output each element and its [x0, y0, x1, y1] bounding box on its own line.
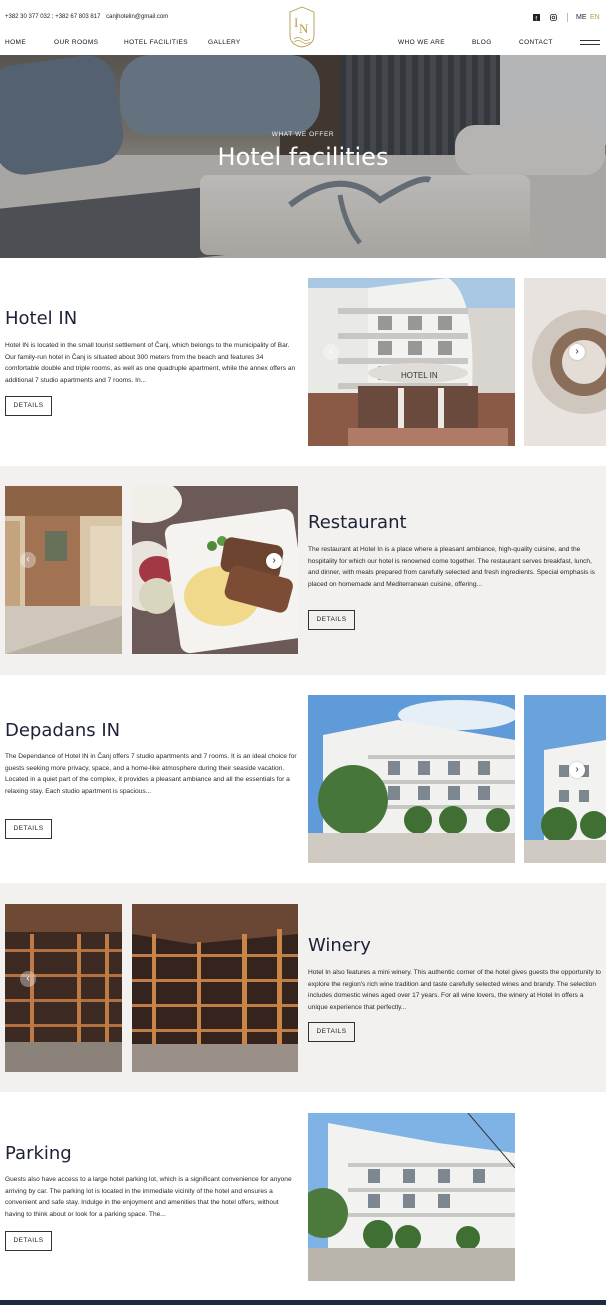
section-description: Hotel IN is located in the small tourist… [5, 342, 296, 384]
section-title: Parking [5, 1143, 72, 1164]
section-description: Guests also have access to a large hotel… [5, 1176, 292, 1218]
chevron-right-icon[interactable]: › [569, 344, 585, 360]
phone-numbers[interactable]: +382 30 377 032 ; +382 67 803 817 [5, 14, 100, 20]
lang-me[interactable]: ME [576, 14, 587, 21]
section-title: Restaurant [308, 512, 407, 533]
lang-en-label: EN [590, 14, 600, 21]
section-description: The Dependance of Hotel IN in Čanj offer… [5, 753, 297, 795]
details-button[interactable]: DETAILS [5, 819, 52, 839]
nav-our-rooms[interactable]: OUR ROOMS [54, 39, 98, 46]
parking-photo[interactable] [308, 1113, 515, 1281]
lobby-image [5, 486, 122, 654]
nav-contact[interactable]: CONTACT [519, 39, 553, 46]
section-restaurant: ‹ › Restaurant The restaurant at Hotel I… [0, 466, 606, 675]
depadans-photo-2[interactable]: › [524, 695, 606, 863]
footer-strip [0, 1300, 606, 1305]
section-parking: Parking Guests also have access to a lar… [0, 1092, 606, 1300]
hotel-sign-text: HOTEL IN [401, 371, 438, 380]
dish-photo[interactable]: › [132, 486, 298, 654]
hotel-building-image: HOTEL IN [308, 278, 515, 446]
winery-photo[interactable]: ‹ [5, 904, 122, 1072]
winery-image [5, 904, 122, 1072]
section-hotel-in: Hotel IN Hotel IN is located in the smal… [0, 258, 606, 466]
instagram-icon[interactable] [550, 14, 557, 23]
lobby-photo[interactable]: ‹ [5, 486, 122, 654]
nav-blog[interactable]: BLOG [472, 39, 492, 46]
section-title: Hotel IN [5, 308, 78, 329]
chevron-right-icon[interactable]: › [569, 762, 585, 778]
hero-kicker: WHAT WE OFFER [271, 131, 335, 138]
parking-image [308, 1113, 515, 1281]
section-title: Depadans IN [5, 720, 121, 741]
nav-who-we-are[interactable]: WHO WE ARE [398, 39, 445, 46]
details-button[interactable]: DETAILS [5, 1231, 52, 1251]
menu-icon[interactable] [580, 40, 600, 46]
chevron-left-icon[interactable]: ‹ [323, 344, 339, 360]
chevron-right-icon[interactable]: › [266, 553, 282, 569]
nav-gallery[interactable]: GALLERY [208, 39, 241, 46]
contact-info: +382 30 377 032 ; +382 67 803 817 canjho… [5, 14, 172, 20]
staircase-image [524, 278, 606, 446]
svg-text:N: N [299, 21, 309, 36]
winery-image-2 [132, 904, 298, 1072]
lang-en[interactable]: EN [590, 14, 600, 21]
details-button[interactable]: DETAILS [308, 1022, 355, 1042]
header-divider [567, 13, 568, 22]
hotel-photo[interactable]: HOTEL IN ‹ [308, 278, 515, 446]
winery-photo-2[interactable] [132, 904, 298, 1072]
email-link[interactable]: canjhotelin@gmail.com [106, 14, 168, 20]
site-header: +382 30 377 032 ; +382 67 803 817 canjho… [0, 0, 606, 55]
hero-banner: WHAT WE OFFER Hotel facilities [0, 55, 606, 258]
page-title: Hotel facilities [217, 143, 389, 171]
details-button[interactable]: DETAILS [5, 396, 52, 416]
staircase-photo[interactable]: › [524, 278, 606, 446]
section-title: Winery [308, 935, 371, 956]
details-button[interactable]: DETAILS [308, 610, 355, 630]
hotel-logo[interactable]: I N [288, 5, 316, 49]
nav-home[interactable]: HOME [5, 39, 26, 46]
nav-hotel-facilities[interactable]: HOTEL FACILITIES [124, 39, 188, 46]
section-description: Hotel In also features a mini winery. Th… [308, 969, 601, 1011]
svg-text:I: I [294, 15, 298, 30]
chevron-left-icon[interactable]: ‹ [20, 552, 36, 568]
section-description: The restaurant at Hotel In is a place wh… [308, 546, 595, 588]
depadans-image [308, 695, 515, 863]
chevron-left-icon[interactable]: ‹ [20, 971, 36, 987]
depadans-image-2 [524, 695, 606, 863]
dish-image [132, 486, 298, 654]
depadans-photo[interactable] [308, 695, 515, 863]
facebook-icon[interactable]: f [533, 14, 540, 23]
section-depadans-in: Depadans IN The Dependance of Hotel IN i… [0, 675, 606, 883]
section-winery: ‹ Winery Hotel In also features a mini w… [0, 883, 606, 1092]
